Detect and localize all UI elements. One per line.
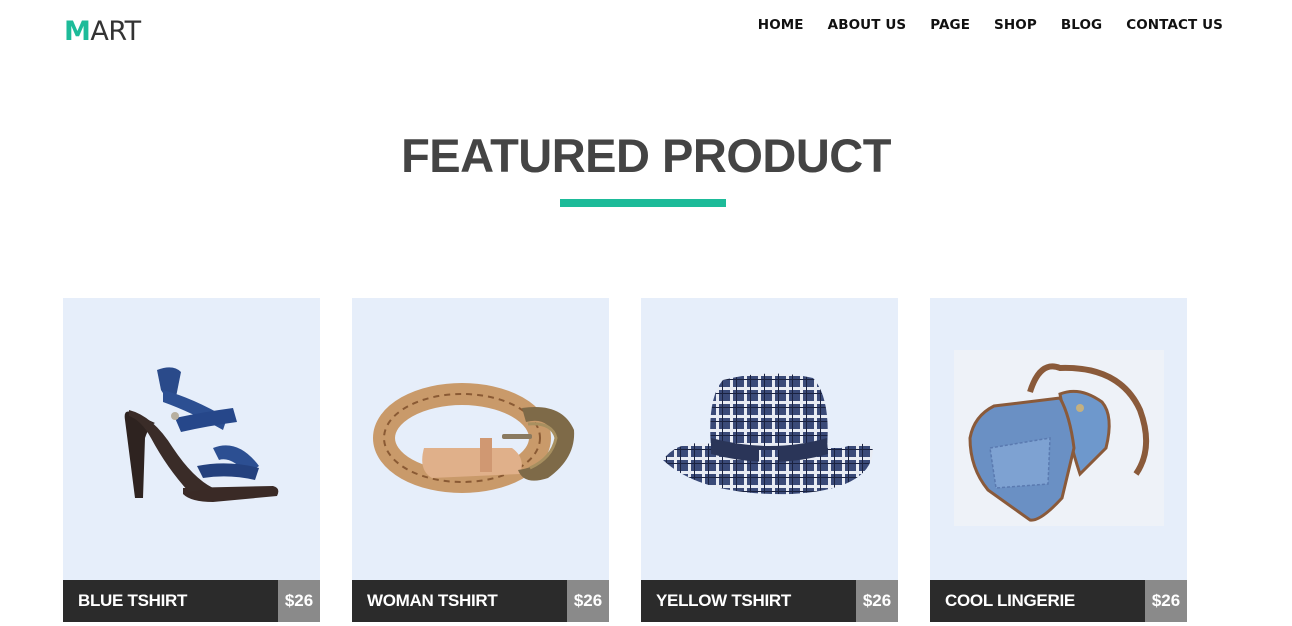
product-price: $26	[278, 580, 320, 622]
product-name[interactable]: YELLOW TSHIRT	[641, 580, 856, 622]
site-logo[interactable]: MART	[64, 16, 141, 48]
product-label-bar: WOMAN TSHIRT $26	[352, 580, 609, 622]
product-name[interactable]: COOL LINGERIE	[930, 580, 1145, 622]
product-price: $26	[856, 580, 898, 622]
logo-text: ART	[90, 16, 141, 47]
braided-belt-image	[373, 383, 575, 493]
product-name[interactable]: WOMAN TSHIRT	[352, 580, 567, 622]
high-heel-sandal-image	[124, 367, 279, 502]
nav-shop[interactable]: SHOP	[994, 16, 1037, 34]
nav-page[interactable]: PAGE	[930, 16, 970, 34]
product-card[interactable]: BLUE TSHIRT $26	[63, 298, 320, 622]
nav-blog[interactable]: BLOG	[1061, 16, 1102, 34]
plaid-fedora-hat-image	[663, 373, 873, 495]
main-nav: HOME ABOUT US PAGE SHOP BLOG CONTACT US	[734, 16, 1223, 34]
product-card[interactable]: YELLOW TSHIRT $26	[641, 298, 898, 622]
product-label-bar: YELLOW TSHIRT $26	[641, 580, 898, 622]
product-label-bar: COOL LINGERIE $26	[930, 580, 1187, 622]
product-label-bar: BLUE TSHIRT $26	[63, 580, 320, 622]
product-name[interactable]: BLUE TSHIRT	[63, 580, 278, 622]
nav-contact-us[interactable]: CONTACT US	[1126, 16, 1223, 34]
product-card[interactable]: COOL LINGERIE $26	[930, 298, 1187, 622]
product-price: $26	[1145, 580, 1187, 622]
section-title: FEATURED PRODUCT	[401, 129, 891, 182]
title-underline	[560, 199, 726, 207]
product-price: $26	[567, 580, 609, 622]
product-card[interactable]: WOMAN TSHIRT $26	[352, 298, 609, 622]
logo-initial: M	[64, 16, 91, 47]
denim-shoulder-bag-image	[954, 350, 1164, 526]
nav-about-us[interactable]: ABOUT US	[828, 16, 907, 34]
nav-home[interactable]: HOME	[758, 16, 804, 34]
